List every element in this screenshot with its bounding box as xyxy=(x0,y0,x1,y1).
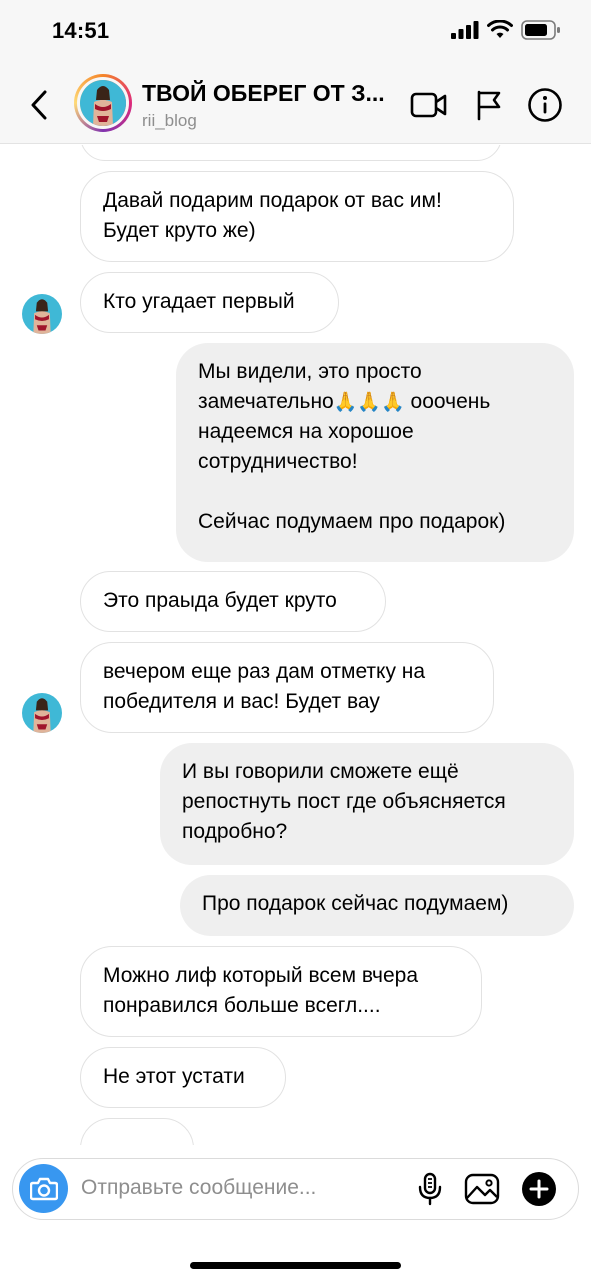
message-bubble-incoming[interactable]: Можно лиф который всем вчера понравился … xyxy=(80,946,482,1037)
avatar-image xyxy=(80,80,126,126)
message-bubble-incoming[interactable]: Кто угадает первый xyxy=(80,272,339,333)
sender-avatar[interactable] xyxy=(22,693,62,733)
plus-button[interactable] xyxy=(520,1170,558,1208)
info-icon xyxy=(528,88,562,122)
back-button[interactable] xyxy=(22,88,56,122)
message-bubble-partial[interactable] xyxy=(80,1118,194,1145)
home-indicator xyxy=(190,1262,401,1269)
message-list[interactable]: Давай подарим подарок от вас им! Будет к… xyxy=(0,145,591,1145)
camera-icon xyxy=(29,1177,58,1200)
message-bubble-incoming[interactable]: Не этот устати xyxy=(80,1047,286,1108)
message-bubble-incoming[interactable]: вечером еще раз дам отметку на победител… xyxy=(80,642,494,733)
pray-emoji-icon: 🙏🙏🙏 xyxy=(333,391,405,413)
chat-username: rii_blog xyxy=(142,111,197,130)
microphone-icon xyxy=(418,1172,442,1206)
wifi-icon xyxy=(487,20,513,38)
message-input[interactable] xyxy=(81,1176,381,1200)
avatar-image xyxy=(22,693,62,733)
chat-title[interactable]: ТВОЙ ОБЕРЕГ ОТ З... xyxy=(142,80,387,107)
flag-button[interactable] xyxy=(470,86,508,124)
chat-header: ТВОЙ ОБЕРЕГ ОТ З... rii_blog xyxy=(0,66,591,144)
gallery-button[interactable] xyxy=(463,1170,501,1208)
message-bubble-outgoing[interactable]: Про подарок сейчас подумаем) xyxy=(180,875,574,936)
video-call-icon xyxy=(410,92,447,118)
status-icons xyxy=(451,20,561,40)
microphone-button[interactable] xyxy=(411,1170,449,1208)
battery-icon xyxy=(521,20,560,40)
message-composer xyxy=(12,1158,579,1220)
status-time: 14:51 xyxy=(52,18,110,43)
header-avatar[interactable] xyxy=(74,74,132,132)
info-button[interactable] xyxy=(526,86,564,124)
flag-icon xyxy=(477,90,501,121)
sender-avatar[interactable] xyxy=(22,294,62,334)
gallery-icon xyxy=(464,1173,500,1205)
plus-circle-icon xyxy=(522,1172,556,1206)
camera-button[interactable] xyxy=(19,1164,68,1213)
status-bar: 14:51 xyxy=(0,0,591,66)
message-bubble-incoming[interactable]: Это праыда будет круто xyxy=(80,571,386,632)
avatar-image xyxy=(22,294,62,334)
message-bubble-outgoing[interactable]: И вы говорили сможете ещё репостнуть пос… xyxy=(160,743,574,865)
message-bubble-incoming[interactable]: Давай подарим подарок от вас им! Будет к… xyxy=(80,171,514,262)
message-bubble-partial[interactable] xyxy=(80,145,502,161)
chevron-left-icon xyxy=(31,90,47,120)
video-call-button[interactable] xyxy=(410,86,448,124)
message-bubble-outgoing[interactable]: Мы видели, это просто замечательно🙏🙏🙏 оо… xyxy=(176,343,574,562)
signal-icon xyxy=(451,21,479,39)
